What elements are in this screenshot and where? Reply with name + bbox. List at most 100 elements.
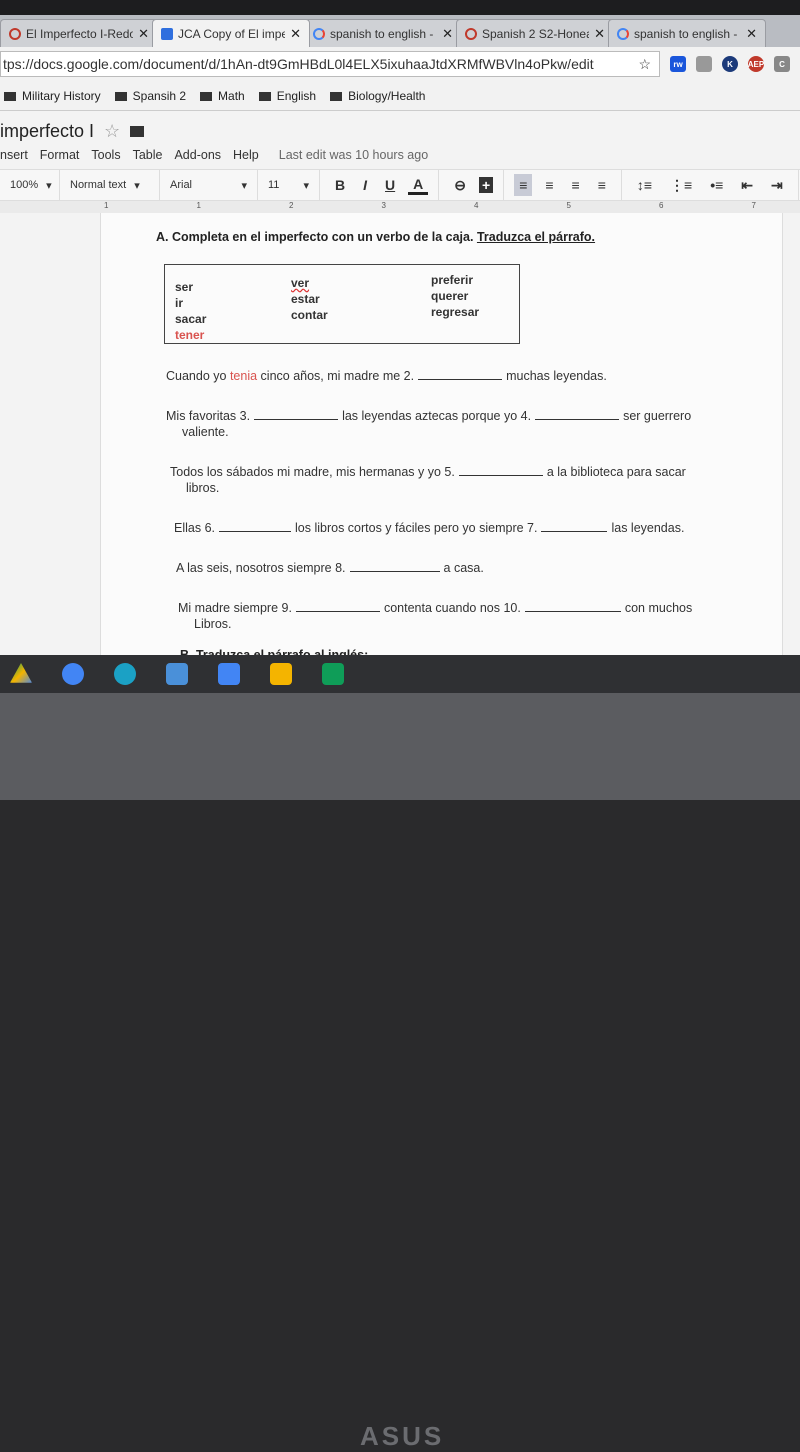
screen-top-bezel <box>0 0 800 15</box>
align-right-icon[interactable]: ≡ <box>567 177 585 193</box>
zoom-select[interactable]: 100% ▾ <box>0 170 60 200</box>
last-edit-link[interactable]: Last edit was 10 hours ago <box>279 148 428 162</box>
google-drive-icon[interactable] <box>10 663 32 683</box>
close-icon[interactable]: ✕ <box>594 26 605 42</box>
bold-icon[interactable]: B <box>330 177 350 193</box>
google-slides-icon[interactable] <box>270 663 292 685</box>
tab-jca-copy[interactable]: JCA Copy of El impe ✕ <box>152 19 310 47</box>
extension-rw-icon[interactable]: rw <box>670 56 686 72</box>
blank-5[interactable] <box>458 464 543 476</box>
extension-c-icon[interactable]: C <box>774 56 790 72</box>
folder-icon <box>114 91 127 101</box>
bookmark-spansih-2[interactable]: Spansih 2 <box>114 89 186 103</box>
align-center-icon[interactable]: ≡ <box>540 177 558 193</box>
justify-icon[interactable]: ≡ <box>593 177 611 193</box>
url-input[interactable]: tps://docs.google.com/document/d/1hAn-dt… <box>0 51 660 77</box>
blank-7[interactable] <box>541 520 608 532</box>
google-icon <box>313 27 325 40</box>
list-group: ↕≡ ⋮≡ •≡ ⇤ ⇥ <box>622 170 799 200</box>
tab-spanish-to-english-1[interactable]: spanish to english - ✕ <box>304 19 462 47</box>
blank-10[interactable] <box>524 600 621 612</box>
menu-insert[interactable]: nsert <box>0 148 28 162</box>
folder-icon <box>258 91 271 101</box>
decrease-indent-icon[interactable]: ⇤ <box>736 177 758 194</box>
document-page[interactable]: A. Completa en el imperfecto con un verb… <box>100 213 783 662</box>
exercise-3: Todos los sábados mi madre, mis hermanas… <box>170 464 686 495</box>
menu-bar: nsert Format Tools Table Add-ons Help La… <box>0 148 428 162</box>
extension-k-icon[interactable]: K <box>722 56 738 72</box>
blank-8[interactable] <box>349 560 440 572</box>
bookmarks-bar: Military History Spansih 2 Math English … <box>0 81 800 111</box>
red-ring-icon <box>9 27 21 40</box>
chrome-app-icon[interactable] <box>166 663 188 685</box>
google-docs-icon[interactable] <box>218 663 240 685</box>
exercise-5: A las seis, nosotros siempre 8. a casa. <box>176 560 484 575</box>
add-comment-icon[interactable]: + <box>479 177 494 193</box>
bookmark-math[interactable]: Math <box>200 89 245 103</box>
numbered-list-icon[interactable]: ⋮≡ <box>665 177 697 194</box>
folder-icon <box>330 91 343 101</box>
laptop-bezel: ASUS <box>0 693 800 1451</box>
link-icon[interactable]: ⊖ <box>449 177 471 194</box>
tab-strip: El Imperfecto I-Redo ✕ JCA Copy of El imp… <box>0 15 800 47</box>
folder-icon[interactable] <box>130 126 145 137</box>
close-icon[interactable]: ✕ <box>290 26 301 42</box>
font-size-select[interactable]: 11 ▾ <box>258 170 320 200</box>
blank-6[interactable] <box>219 520 291 532</box>
blank-9[interactable] <box>295 600 380 612</box>
menu-format[interactable]: Format <box>40 148 80 162</box>
align-group: ≡ ≡ ≡ ≡ <box>504 170 622 200</box>
text-color-icon[interactable]: A <box>408 176 429 195</box>
font-select[interactable]: Arial ▾ <box>160 170 258 200</box>
menu-help[interactable]: Help <box>233 148 259 162</box>
extension-aep-icon[interactable]: AEP <box>748 56 764 72</box>
exercise-4: Ellas 6. los libros cortos y fáciles pero… <box>174 520 685 535</box>
tab-el-imperfecto[interactable]: El Imperfecto I-Redo ✕ <box>0 19 158 47</box>
google-docs-icon <box>161 27 173 40</box>
text-format-group: BIUA <box>320 170 440 200</box>
document-title[interactable]: imperfecto I <box>0 121 94 142</box>
exercise-2: Mis favoritas 3. las leyendas aztecas por… <box>166 408 692 439</box>
camera-icon[interactable] <box>114 663 136 685</box>
menu-tools[interactable]: Tools <box>91 148 120 162</box>
bookmark-biology-health[interactable]: Biology/Health <box>330 89 425 103</box>
star-icon[interactable]: ☆ <box>104 121 120 142</box>
extension-icon[interactable] <box>696 56 712 72</box>
asus-logo: ASUS <box>360 1421 445 1451</box>
insert-group: ⊖ + <box>439 170 505 200</box>
google-docs-app: imperfecto I ☆ nsert Format Tools Table A… <box>0 111 800 662</box>
section-a-heading: A. Completa en el imperfecto con un verb… <box>156 230 596 244</box>
files-icon[interactable] <box>62 663 84 685</box>
bookmark-english[interactable]: English <box>258 89 316 103</box>
blank-4[interactable] <box>535 408 620 420</box>
ruler[interactable]: 11234567 <box>0 201 800 213</box>
tab-spanish-to-english-2[interactable]: spanish to english - ✕ <box>608 19 766 47</box>
verb-box: ser ir sacar tener ver estar contar preferir q… <box>164 264 520 344</box>
style-select[interactable]: Normal text ▾ <box>60 170 160 200</box>
bookmark-military-history[interactable]: Military History <box>4 89 101 103</box>
tab-spanish-2[interactable]: Spanish 2 S2-Honea ✕ <box>456 19 614 47</box>
folder-icon <box>200 91 213 101</box>
blank-3[interactable] <box>254 408 339 420</box>
increase-indent-icon[interactable]: ⇥ <box>766 177 788 194</box>
menu-add-ons[interactable]: Add-ons <box>174 148 221 162</box>
bulleted-list-icon[interactable]: •≡ <box>705 177 728 193</box>
address-bar-row: tps://docs.google.com/document/d/1hAn-dt… <box>0 47 800 81</box>
os-shelf <box>0 655 800 693</box>
blank-2[interactable] <box>418 368 503 380</box>
menu-table[interactable]: Table <box>133 148 163 162</box>
exercise-1: Cuando yo tenia cinco años, mi madre me … <box>166 368 607 383</box>
underline-icon[interactable]: U <box>380 177 400 193</box>
close-icon[interactable]: ✕ <box>138 26 149 42</box>
italic-icon[interactable]: I <box>358 177 372 193</box>
google-sheets-icon[interactable] <box>322 663 344 685</box>
red-ring-icon <box>465 27 477 40</box>
close-icon[interactable]: ✕ <box>442 26 453 42</box>
toolbar: 100% ▾ Normal text ▾ Arial ▾ 11 ▾ BIUA ⊖ + ≡ ≡… <box>0 169 800 201</box>
line-spacing-icon[interactable]: ↕≡ <box>632 177 657 193</box>
align-left-icon[interactable]: ≡ <box>514 174 533 196</box>
folder-icon <box>4 91 16 101</box>
close-icon[interactable]: ✕ <box>746 26 757 42</box>
exercise-6: Mi madre siempre 9. contenta cuando nos 1… <box>178 600 693 631</box>
star-icon[interactable]: ☆ <box>638 56 651 73</box>
